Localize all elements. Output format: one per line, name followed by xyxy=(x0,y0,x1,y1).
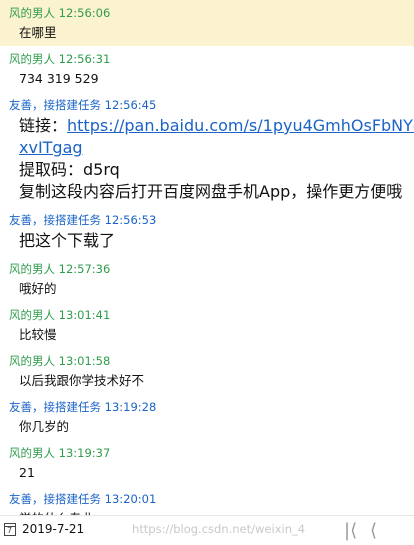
message-body: 在哪里 xyxy=(0,21,414,46)
chat-message: 风的男人 12:56:31 734 319 529 xyxy=(0,46,414,92)
share-link-continued[interactable]: xvITgag xyxy=(19,138,83,157)
message-text: 链接： xyxy=(19,116,68,135)
message-header: 友善，接搭建任务 12:56:53 xyxy=(0,207,414,228)
message-header: 友善，接搭建任务 13:19:28 xyxy=(0,394,414,415)
message-text: 比较慢 xyxy=(19,327,57,342)
message-time: 12:57:36 xyxy=(58,262,111,276)
message-line: 以后我跟你学技术好不 xyxy=(19,372,414,390)
message-header: 风的男人 12:56:06 xyxy=(0,0,414,21)
prev-page-icon[interactable]: ⟨ xyxy=(370,520,377,541)
message-body: 比较慢 xyxy=(0,323,414,348)
message-text: 734 319 529 xyxy=(19,71,99,86)
history-footer: 2019-7-21 https://blog.csdn.net/weixin_4… xyxy=(0,515,414,545)
chat-message: 友善，接搭建任务 12:56:53 把这个下载了 xyxy=(0,207,414,256)
message-time: 13:19:28 xyxy=(104,400,157,414)
message-text: 在哪里 xyxy=(19,25,57,40)
message-line: xvITgag xyxy=(19,137,414,159)
chat-history: 风的男人 12:56:06 在哪里 风的男人 12:56:31 734 319 529… xyxy=(0,0,414,515)
message-line: 你几岁的 xyxy=(19,418,414,436)
sender-name: 风的男人 xyxy=(9,446,55,460)
watermark-text: https://blog.csdn.net/weixin_4 xyxy=(132,522,306,536)
message-line: 21 xyxy=(19,464,414,482)
message-body: 21 xyxy=(0,461,414,486)
share-link[interactable]: https://pan.baidu.com/s/1pyu4GmhOsFbNYcI xyxy=(67,116,414,135)
chat-message: 风的男人 12:57:36 哦好的 xyxy=(0,256,414,302)
sender-name: 风的男人 xyxy=(9,262,55,276)
message-header: 风的男人 12:57:36 xyxy=(0,256,414,277)
date-selector[interactable]: 2019-7-21 xyxy=(22,522,84,536)
message-line: 哦好的 xyxy=(19,280,414,298)
message-time: 13:20:01 xyxy=(104,492,157,506)
message-header: 风的男人 13:19:37 xyxy=(0,440,414,461)
chat-message: 友善，接搭建任务 13:19:28 你几岁的 xyxy=(0,394,414,440)
message-body: 你几岁的 xyxy=(0,415,414,440)
message-header: 风的男人 12:56:31 xyxy=(0,46,414,67)
message-body: 链接：https://pan.baidu.com/s/1pyu4GmhOsFbN… xyxy=(0,113,414,207)
message-text: 把这个下载了 xyxy=(19,231,116,250)
sender-name: 友善，接搭建任务 xyxy=(9,213,101,227)
message-body: 以后我跟你学技术好不 xyxy=(0,369,414,394)
message-body: 哦好的 xyxy=(0,277,414,302)
message-header: 风的男人 13:01:58 xyxy=(0,348,414,369)
message-time: 12:56:53 xyxy=(104,213,157,227)
sender-name: 风的男人 xyxy=(9,354,55,368)
chat-message: 风的男人 13:19:37 21 xyxy=(0,440,414,486)
message-text: 你几岁的 xyxy=(19,419,70,434)
sender-name: 风的男人 xyxy=(9,52,55,66)
message-text: 哦好的 xyxy=(19,281,57,296)
message-line: 复制这段内容后打开百度网盘手机App，操作更方便哦 xyxy=(19,181,414,203)
first-page-icon[interactable]: |⟨ xyxy=(344,520,357,541)
message-line: 734 319 529 xyxy=(19,70,414,88)
sender-name: 风的男人 xyxy=(9,308,55,322)
sender-name: 友善，接搭建任务 xyxy=(9,98,101,112)
message-line: 提取码：d5rq xyxy=(19,159,414,181)
message-header: 风的男人 13:01:41 xyxy=(0,302,414,323)
message-header: 友善，接搭建任务 13:20:01 xyxy=(0,486,414,507)
message-text: 复制这段内容后打开百度网盘手机App，操作更方便哦 xyxy=(19,182,403,201)
message-text: 以后我跟你学技术好不 xyxy=(19,373,145,388)
message-time: 12:56:31 xyxy=(58,52,111,66)
message-body: 学的什么专业 xyxy=(0,507,414,515)
message-line: 在哪里 xyxy=(19,24,414,42)
message-time: 12:56:45 xyxy=(104,98,157,112)
chat-message: 风的男人 12:56:06 在哪里 xyxy=(0,0,414,46)
chat-message: 友善，接搭建任务 12:56:45 链接：https://pan.baidu.co… xyxy=(0,92,414,207)
message-text: 提取码：d5rq xyxy=(19,160,120,179)
sender-name: 友善，接搭建任务 xyxy=(9,400,101,414)
chat-message: 风的男人 13:01:58 以后我跟你学技术好不 xyxy=(0,348,414,394)
message-body: 734 319 529 xyxy=(0,67,414,92)
message-line: 把这个下载了 xyxy=(19,230,414,252)
message-time: 13:01:41 xyxy=(58,308,111,322)
message-line: 比较慢 xyxy=(19,326,414,344)
message-time: 13:01:58 xyxy=(58,354,111,368)
chat-message: 友善，接搭建任务 13:20:01学的什么专业 xyxy=(0,486,414,515)
sender-name: 风的男人 xyxy=(9,6,55,20)
message-body: 把这个下载了 xyxy=(0,228,414,256)
message-time: 12:56:06 xyxy=(58,6,111,20)
message-time: 13:19:37 xyxy=(58,446,111,460)
message-text: 21 xyxy=(19,465,35,480)
message-line: 链接：https://pan.baidu.com/s/1pyu4GmhOsFbN… xyxy=(19,115,414,137)
sender-name: 友善，接搭建任务 xyxy=(9,492,101,506)
message-header: 友善，接搭建任务 12:56:45 xyxy=(0,92,414,113)
chat-message: 风的男人 13:01:41 比较慢 xyxy=(0,302,414,348)
calendar-icon[interactable] xyxy=(4,523,16,536)
